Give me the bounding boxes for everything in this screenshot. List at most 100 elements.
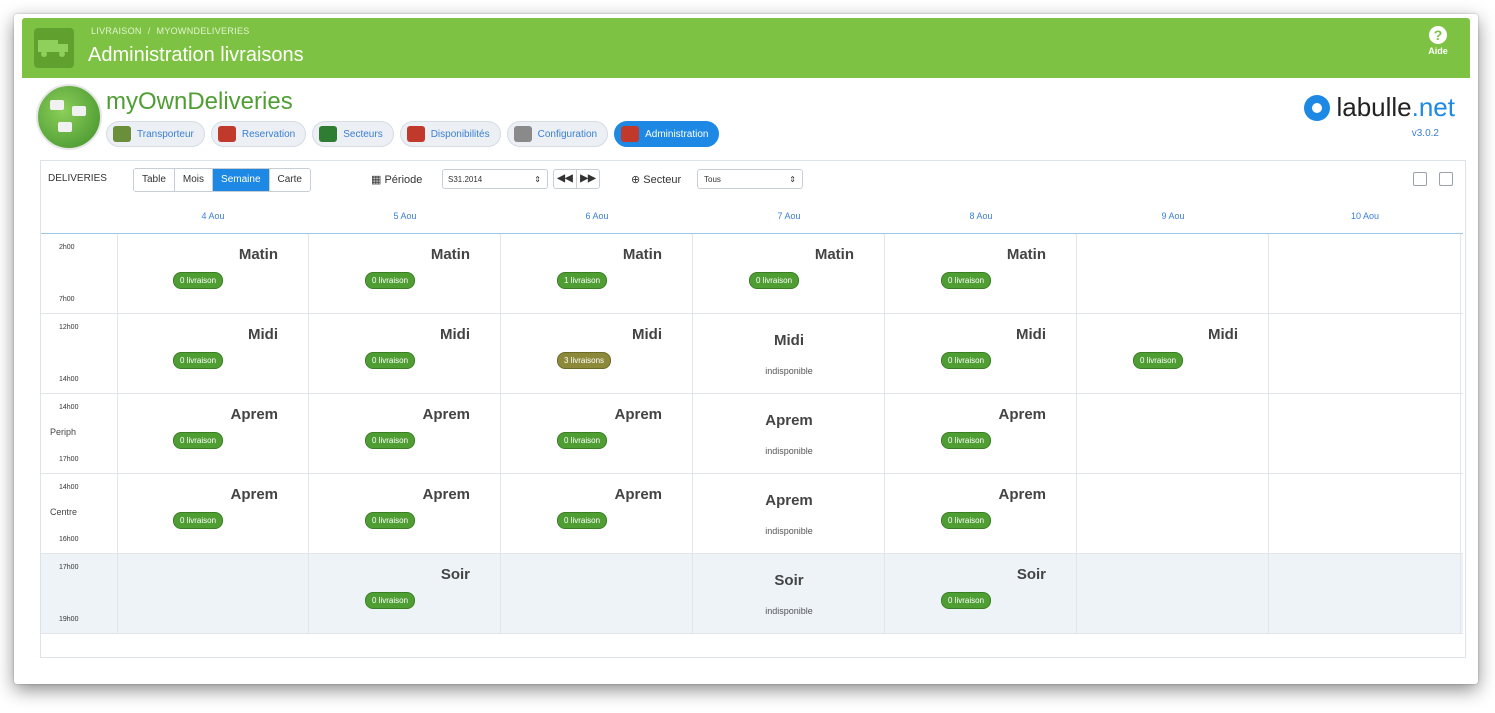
slot-name: Soir (774, 572, 804, 589)
nav-tab-disponibilités[interactable]: Disponibilités (399, 121, 501, 147)
slot-cell[interactable]: Matin 0 livraison (885, 234, 1077, 313)
deliveries-panel: DELIVERIES Table Mois Semaine Carte ▦ Pério… (40, 160, 1466, 658)
unavailable-label: indisponible (765, 606, 813, 616)
secteur-label: ⊕ Secteur (631, 173, 681, 186)
slot-cell (117, 554, 309, 633)
previous-week-button[interactable]: ◀◀ (554, 170, 577, 188)
delivery-count-badge[interactable]: 1 livraison (557, 272, 608, 289)
slot-cell[interactable]: Matin 0 livraison (117, 234, 309, 313)
slot-name: Aprem (765, 412, 813, 429)
end-time: 16h00 (59, 536, 79, 543)
nav-tab-administration[interactable]: Administration (614, 121, 720, 147)
secteur-select[interactable]: Tous ⇕ (697, 169, 803, 189)
breadcrumb-separator: / (147, 26, 151, 36)
view-table-button[interactable]: Table (134, 169, 175, 191)
slot-cell[interactable]: Aprem 0 livraison (501, 394, 693, 473)
slot-cell (1269, 394, 1461, 473)
delivery-count-badge[interactable]: 0 livraison (941, 272, 992, 289)
view-mois-button[interactable]: Mois (174, 169, 214, 191)
slot-cell[interactable]: Matin 0 livraison (693, 234, 885, 313)
slot-cell[interactable]: Matin 1 livraison (501, 234, 693, 313)
nav-tab-configuration[interactable]: Configuration (506, 121, 609, 147)
slot-cell[interactable]: Aprem 0 livraison (309, 394, 501, 473)
next-week-button[interactable]: ▶▶ (577, 170, 599, 188)
secteur-label-text: Secteur (643, 174, 682, 186)
slot-cell (1269, 554, 1461, 633)
delivery-count-badge[interactable]: 0 livraison (941, 512, 992, 529)
delivery-count-badge[interactable]: 0 livraison (365, 592, 416, 609)
truck-icon (113, 126, 131, 142)
delivery-count-badge[interactable]: 0 livraison (557, 432, 608, 449)
slot-cell[interactable]: Midi indisponible (693, 314, 885, 393)
calendar-x-icon (406, 126, 425, 142)
nav-tab-label: Transporteur (137, 128, 194, 140)
day-header: 6 Aou (585, 211, 609, 221)
delivery-count-badge[interactable]: 0 livraison (941, 352, 992, 369)
delivery-count-badge[interactable]: 0 livraison (173, 512, 224, 529)
slot-cell[interactable]: Midi 0 livraison (309, 314, 501, 393)
start-time: 14h00 (59, 404, 79, 411)
slot-name: Midi (248, 326, 278, 343)
delivery-count-badge[interactable]: 0 livraison (173, 352, 224, 369)
slot-cell[interactable]: Aprem indisponible (693, 394, 885, 473)
delivery-count-badge[interactable]: 3 livraisons (557, 352, 612, 369)
periode-label-text: Période (384, 174, 423, 186)
help-button[interactable]: ? Aide (1420, 26, 1456, 56)
delivery-count-badge[interactable]: 0 livraison (365, 352, 416, 369)
periode-select[interactable]: S31.2014 ⇕ (442, 169, 548, 189)
slot-cell[interactable]: Soir indisponible (693, 554, 885, 633)
time-range-cell: 2h00 7h00 (41, 234, 118, 313)
fullscreen-icon[interactable] (1439, 172, 1453, 186)
slot-cell[interactable]: Midi 0 livraison (885, 314, 1077, 393)
day-header-row: 4 Aou 5 Aou 6 Aou 7 Aou 8 Aou 9 Aou 10 Aou (41, 199, 1463, 234)
nav-tab-reservation[interactable]: Reservation (210, 121, 307, 147)
breadcrumb-item[interactable]: MYOWNDELIVERIES (157, 26, 250, 36)
slot-cell[interactable]: Aprem 0 livraison (885, 394, 1077, 473)
delivery-count-badge[interactable]: 0 livraison (557, 512, 608, 529)
slot-cell[interactable]: Soir 0 livraison (309, 554, 501, 633)
delivery-count-badge[interactable]: 0 livraison (1133, 352, 1184, 369)
slot-cell[interactable]: Soir 0 livraison (885, 554, 1077, 633)
periode-value: S31.2014 (448, 175, 483, 184)
nav-tab-secteurs[interactable]: Secteurs (312, 121, 394, 147)
nav-tab-transporteur[interactable]: Transporteur (106, 121, 205, 147)
slot-cell (1077, 234, 1269, 313)
view-carte-button[interactable]: Carte (269, 169, 310, 191)
sector-name: Periph (50, 427, 77, 437)
slot-cell[interactable]: Aprem indisponible (693, 474, 885, 553)
partner-logo: labulle.net (1304, 92, 1455, 123)
delivery-count-badge[interactable]: 0 livraison (365, 512, 416, 529)
slot-cell[interactable]: Midi 0 livraison (117, 314, 309, 393)
calendar-icon: ▦ (371, 174, 382, 186)
section-label: DELIVERIES (48, 173, 107, 184)
slot-cell (1077, 474, 1269, 553)
delivery-count-badge[interactable]: 0 livraison (749, 272, 800, 289)
version-label: v3.0.2 (1411, 128, 1439, 139)
expand-icon[interactable] (1413, 172, 1427, 186)
delivery-count-badge[interactable]: 0 livraison (365, 272, 416, 289)
slot-cell[interactable]: Aprem 0 livraison (501, 474, 693, 553)
delivery-count-badge[interactable]: 0 livraison (173, 272, 224, 289)
breadcrumb-item[interactable]: LIVRAISON (91, 26, 142, 36)
slot-cell[interactable]: Aprem 0 livraison (309, 474, 501, 553)
slot-cell (501, 554, 693, 633)
slot-cell[interactable]: Midi 0 livraison (1077, 314, 1269, 393)
delivery-count-badge[interactable]: 0 livraison (365, 432, 416, 449)
slot-cell[interactable]: Aprem 0 livraison (885, 474, 1077, 553)
top-header-bar: LIVRAISON / MYOWNDELIVERIES Administration… (22, 18, 1470, 78)
view-semaine-button[interactable]: Semaine (213, 169, 270, 191)
slot-name: Midi (632, 326, 662, 343)
slot-cell[interactable]: Aprem 0 livraison (117, 394, 309, 473)
slot-cell[interactable]: Midi 3 livraisons (501, 314, 693, 393)
slot-cell[interactable]: Matin 0 livraison (309, 234, 501, 313)
slot-name: Aprem (998, 406, 1046, 423)
slot-name: Aprem (614, 486, 662, 503)
view-switcher: Table Mois Semaine Carte (133, 168, 311, 192)
delivery-count-badge[interactable]: 0 livraison (941, 592, 992, 609)
delivery-count-badge[interactable]: 0 livraison (173, 432, 224, 449)
week-nav: ◀◀ ▶▶ (553, 169, 600, 189)
slot-name: Midi (1016, 326, 1046, 343)
slot-cell[interactable]: Aprem 0 livraison (117, 474, 309, 553)
delivery-count-badge[interactable]: 0 livraison (941, 432, 992, 449)
slot-name: Matin (1006, 246, 1046, 263)
